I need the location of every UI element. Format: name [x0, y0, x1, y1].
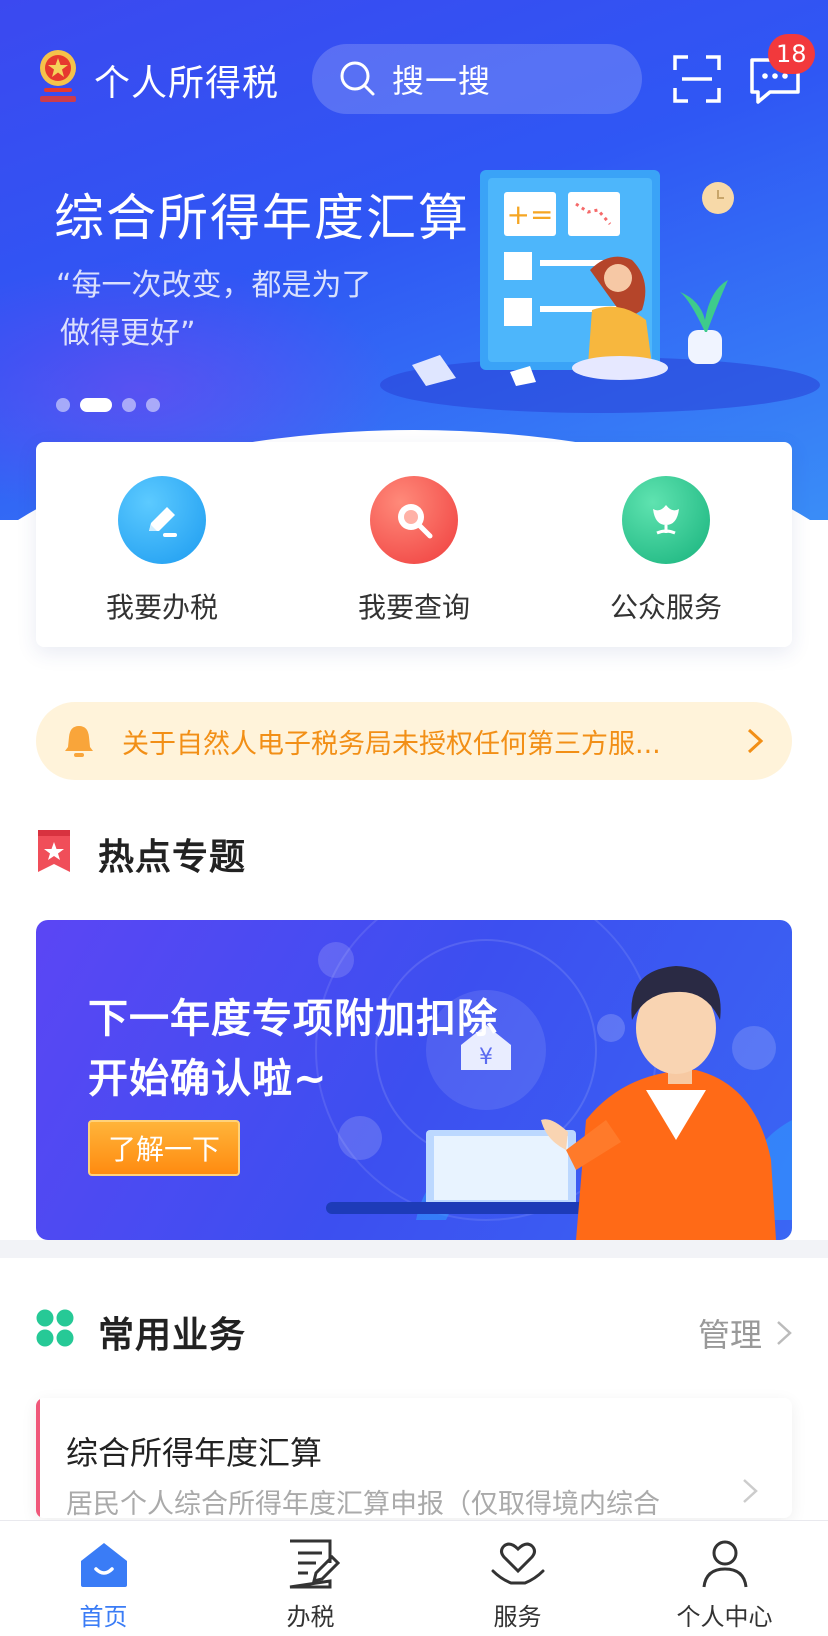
document-edit-icon [289, 1539, 340, 1589]
learn-more-button[interactable]: 了解一下 [88, 1120, 240, 1176]
hero-quote-line1: “每一次改变，都是为了 [56, 268, 372, 303]
notice-bar[interactable]: 关于自然人电子税务局未授权任何第三方服... [36, 702, 792, 780]
svg-text:¥: ¥ [479, 1045, 493, 1070]
bottom-tab-bar: 首页 办税 服务 个人中心 [0, 1520, 828, 1636]
manage-link[interactable]: 管理 [698, 1310, 792, 1356]
banner-headline-line1: 下一年度专项附加扣除 [88, 996, 498, 1042]
tab-home-label: 首页 [79, 1603, 128, 1631]
common-business-title: 常用业务 [98, 1315, 247, 1356]
chevron-right-icon [747, 728, 764, 754]
business-item[interactable]: 综合所得年度汇算 居民个人综合所得年度汇算申报（仅取得境内综合 [36, 1398, 792, 1518]
tab-personal-center[interactable]: 个人中心 [621, 1521, 828, 1636]
search-icon [340, 61, 375, 96]
business-item-desc: 居民个人综合所得年度汇算申报（仅取得境内综合 [66, 1489, 660, 1518]
person-icon [702, 1540, 747, 1588]
search-bar[interactable]: 搜一搜 [312, 44, 642, 114]
banner-illustration: ¥ [315, 920, 792, 1240]
action-tax-filing[interactable]: 我要办税 [36, 442, 288, 647]
app-title: 个人所得税 [94, 63, 280, 104]
carousel-dot[interactable] [122, 398, 136, 412]
business-item-accent [36, 1398, 40, 1518]
action-query-label: 我要查询 [357, 591, 470, 624]
hero-illustration: += [380, 170, 820, 413]
search-placeholder: 搜一搜 [392, 62, 492, 100]
carousel-indicator [56, 398, 160, 412]
bell-icon [65, 726, 93, 757]
carousel-dot-active[interactable] [80, 398, 112, 412]
action-public-service-label: 公众服务 [609, 591, 722, 624]
manage-label: 管理 [697, 1316, 762, 1354]
four-leaf-icon [36, 1309, 74, 1347]
section-divider [0, 1240, 828, 1258]
tab-personal-center-label: 个人中心 [676, 1603, 773, 1631]
carousel-dot[interactable] [56, 398, 70, 412]
action-public-service[interactable]: 公众服务 [540, 442, 792, 647]
bookmark-star-icon [38, 830, 70, 872]
hero-quote: “每一次改变，都是为了 做得更好” [56, 262, 396, 358]
message-badge: 18 [768, 34, 815, 74]
magnifier-icon [370, 476, 458, 564]
heart-hand-icon [491, 1542, 544, 1585]
banner-headline-line2: 开始确认啦~ [88, 1056, 328, 1102]
app-screen: 个人所得税 搜一搜 18 综合所得年度汇算 “每一次改变，都是为了 做得更好” [0, 0, 828, 1636]
national-emblem-icon [40, 50, 76, 102]
chevron-right-icon [777, 1321, 792, 1345]
home-icon [80, 1543, 127, 1587]
chevron-right-icon [743, 1479, 758, 1503]
action-query[interactable]: 我要查询 [288, 442, 540, 647]
business-item-title: 综合所得年度汇算 [66, 1434, 323, 1472]
tab-service-label: 服务 [493, 1603, 542, 1631]
pencil-icon [118, 476, 206, 564]
tab-service[interactable]: 服务 [414, 1521, 621, 1636]
hot-topics-title: 热点专题 [98, 837, 247, 878]
tulip-icon [622, 476, 710, 564]
scan-icon[interactable] [672, 54, 722, 104]
hot-topic-banner[interactable]: ¥ 下一年度专项附加扣除 开始确认啦~ 了解一下 [36, 920, 792, 1240]
action-tax-filing-label: 我要办税 [105, 591, 218, 624]
tab-home[interactable]: 首页 [0, 1521, 207, 1636]
carousel-dot[interactable] [146, 398, 160, 412]
tab-tax[interactable]: 办税 [207, 1521, 414, 1636]
tab-tax-label: 办税 [286, 1603, 335, 1631]
notice-text: 关于自然人电子税务局未授权任何第三方服... [122, 728, 661, 760]
hero-quote-line2: 做得更好” [60, 316, 196, 351]
svg-text:+=: += [507, 198, 554, 231]
quick-actions-card: 我要办税 我要查询 公众服务 [36, 442, 792, 647]
